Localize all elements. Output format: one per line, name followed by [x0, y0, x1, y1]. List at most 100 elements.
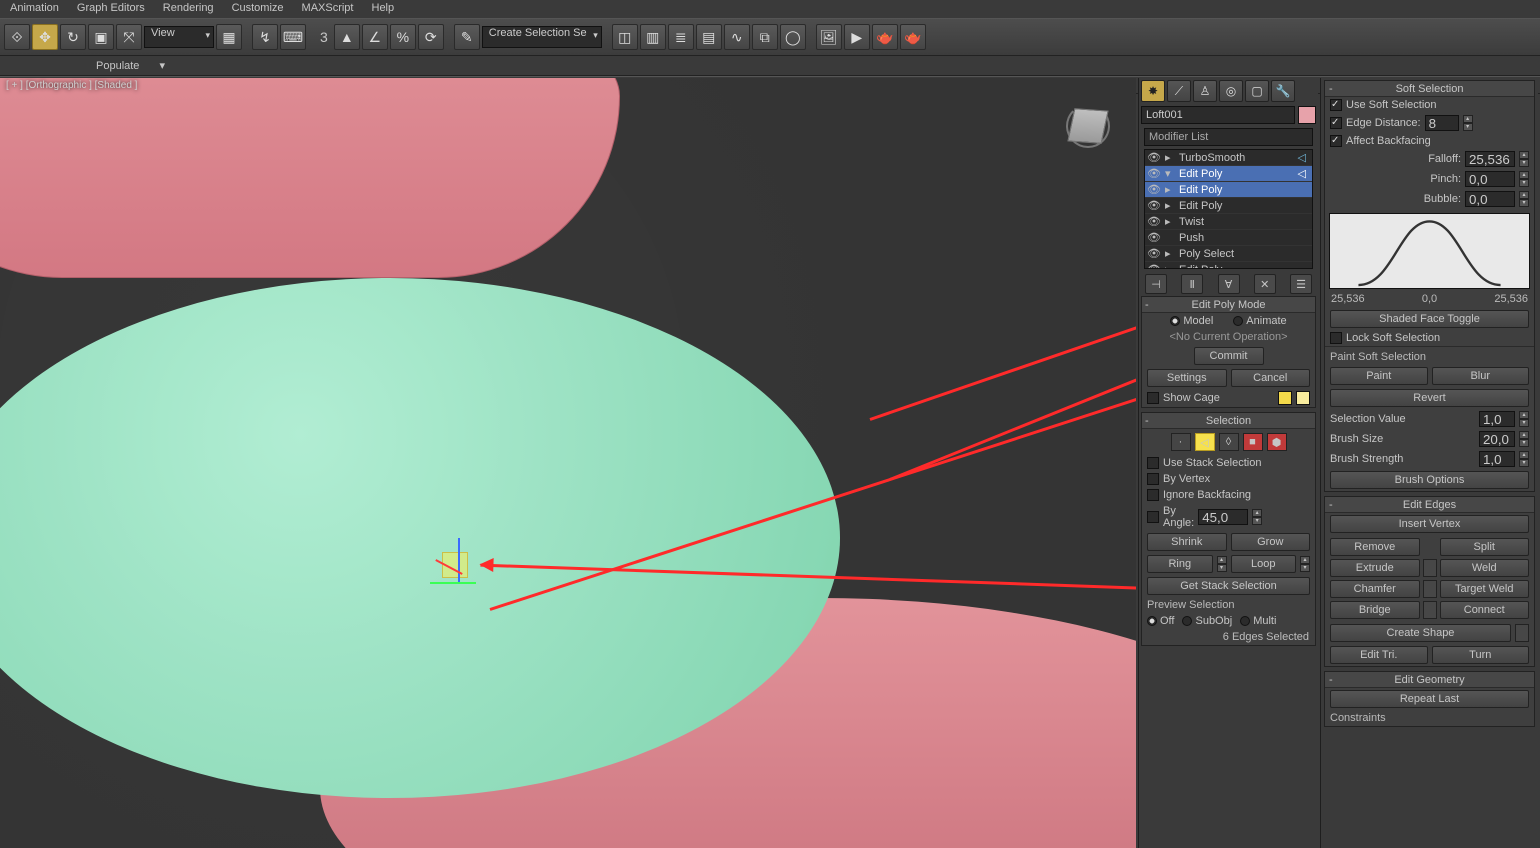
border-subobj-icon[interactable]: ◊: [1219, 433, 1239, 451]
edge-dist-spinner[interactable]: [1425, 115, 1459, 131]
viewport-label[interactable]: [ + ] [Orthographic ] [Shaded ]: [6, 80, 137, 91]
edit-sel-icon[interactable]: ✎: [454, 24, 480, 50]
snap-spin-icon[interactable]: ⟳: [418, 24, 444, 50]
grow-button[interactable]: Grow: [1231, 533, 1311, 551]
menu-animation[interactable]: Animation: [10, 2, 59, 16]
connect-button[interactable]: Connect: [1440, 601, 1530, 619]
repeat-last-button[interactable]: Repeat Last: [1330, 690, 1529, 708]
eye-icon[interactable]: 👁: [1147, 247, 1161, 260]
bridge-settings-icon[interactable]: [1423, 601, 1437, 619]
rollout-title[interactable]: Edit Poly Mode: [1192, 299, 1266, 311]
stack-item[interactable]: Edit Poly: [1179, 184, 1222, 196]
chamfer-button[interactable]: Chamfer: [1330, 580, 1420, 598]
preview-multi-radio[interactable]: [1240, 616, 1250, 626]
pinch-spin[interactable]: ▴▾: [1519, 171, 1529, 187]
by-vertex-check[interactable]: [1147, 473, 1159, 485]
brush-options-button[interactable]: Brush Options: [1330, 471, 1529, 489]
rotate-icon[interactable]: ↻: [60, 24, 86, 50]
render2-icon[interactable]: 🫖: [900, 24, 926, 50]
viewport[interactable]: [ + ] [Orthographic ] [Shaded ]: [0, 78, 1136, 848]
snap2d-icon[interactable]: ▲: [334, 24, 360, 50]
pin-stack-icon[interactable]: ⊣: [1145, 274, 1167, 294]
falloff-spin[interactable]: ▴▾: [1519, 151, 1529, 167]
ribbon-populate[interactable]: Populate: [96, 60, 139, 72]
edge-dist-check[interactable]: [1330, 117, 1342, 129]
eye-icon[interactable]: 👁: [1147, 215, 1161, 228]
turn-button[interactable]: Turn: [1432, 646, 1530, 664]
curve-editor-icon[interactable]: ∿: [724, 24, 750, 50]
extrude-settings-icon[interactable]: [1423, 559, 1437, 577]
revert-button[interactable]: Revert: [1330, 389, 1529, 407]
stack-item[interactable]: TurboSmooth: [1179, 152, 1245, 164]
make-unique-icon[interactable]: ∀: [1218, 274, 1240, 294]
remove-mod-icon[interactable]: ✕: [1254, 274, 1276, 294]
ring-button[interactable]: Ring: [1147, 555, 1213, 573]
tab-modify-icon[interactable]: ⟋: [1167, 80, 1191, 102]
sel-val-spinner[interactable]: [1479, 411, 1515, 427]
eye-icon[interactable]: 👁: [1147, 183, 1161, 196]
split-button[interactable]: Split: [1440, 538, 1530, 556]
target-weld-button[interactable]: Target Weld: [1440, 580, 1530, 598]
paint-button[interactable]: Paint: [1330, 367, 1428, 385]
edge-dist-spin[interactable]: ▴▾: [1463, 115, 1473, 131]
selection-set-dropdown[interactable]: Create Selection Se: [482, 26, 602, 48]
menu-rendering[interactable]: Rendering: [163, 2, 214, 16]
create-shape-settings-icon[interactable]: [1515, 624, 1529, 642]
get-stack-button[interactable]: Get Stack Selection: [1147, 577, 1310, 595]
tab-display-icon[interactable]: ▢: [1245, 80, 1269, 102]
pinch-spinner[interactable]: [1465, 171, 1515, 187]
insert-vertex-button[interactable]: Insert Vertex: [1330, 515, 1529, 533]
angle-spin-buttons[interactable]: ▴▾: [1252, 509, 1262, 525]
rollout-title[interactable]: Selection: [1206, 415, 1251, 427]
rollout-title[interactable]: Edit Geometry: [1394, 674, 1464, 686]
eye-icon[interactable]: 👁: [1147, 151, 1161, 164]
element-subobj-icon[interactable]: ⬢: [1267, 433, 1287, 451]
object-name-input[interactable]: Loft001: [1141, 106, 1295, 124]
remove-button[interactable]: Remove: [1330, 538, 1420, 556]
preview-subobj-radio[interactable]: [1182, 616, 1192, 626]
render-setup-icon[interactable]: 🖼: [816, 24, 842, 50]
stack-item[interactable]: Edit Poly: [1179, 264, 1222, 270]
blur-button[interactable]: Blur: [1432, 367, 1530, 385]
eye-icon[interactable]: 👁: [1147, 263, 1161, 269]
show-cage-check[interactable]: [1147, 392, 1159, 404]
bubble-spinner[interactable]: [1465, 191, 1515, 207]
loop-button[interactable]: Loop: [1231, 555, 1297, 573]
tab-create-icon[interactable]: ✸: [1141, 80, 1165, 102]
configure-icon[interactable]: ☰: [1290, 274, 1312, 294]
angle-spinner[interactable]: [1198, 509, 1248, 525]
edge-subobj-icon[interactable]: ◁: [1195, 433, 1215, 451]
menu-graph[interactable]: Graph Editors: [77, 2, 145, 16]
brush-str-spinner[interactable]: [1479, 451, 1515, 467]
snap-angle-icon[interactable]: ∠: [362, 24, 388, 50]
create-shape-button[interactable]: Create Shape: [1330, 624, 1511, 642]
viewcube[interactable]: [1060, 98, 1116, 154]
modifier-list-dropdown[interactable]: Modifier List: [1144, 128, 1313, 146]
preview-off-radio[interactable]: [1147, 616, 1157, 626]
bubble-spin[interactable]: ▴▾: [1519, 191, 1529, 207]
ring-spin[interactable]: ▴▾: [1217, 556, 1227, 572]
render-icon[interactable]: 🫖: [872, 24, 898, 50]
object-color-swatch[interactable]: [1298, 106, 1316, 124]
stack-item[interactable]: Edit Poly: [1179, 168, 1222, 180]
cancel-button[interactable]: Cancel: [1231, 369, 1311, 387]
move-icon[interactable]: ✥: [32, 24, 58, 50]
animate-radio[interactable]: [1233, 316, 1243, 326]
cage-color2[interactable]: [1296, 391, 1310, 405]
use-stack-check[interactable]: [1147, 457, 1159, 469]
layers-icon[interactable]: ≣: [668, 24, 694, 50]
falloff-spinner[interactable]: [1465, 151, 1515, 167]
menu-customize[interactable]: Customize: [232, 2, 284, 16]
render-frame-icon[interactable]: ▶: [844, 24, 870, 50]
menu-maxscript[interactable]: MAXScript: [302, 2, 354, 16]
link-icon[interactable]: ⟐: [4, 24, 30, 50]
model-radio[interactable]: [1170, 316, 1180, 326]
modifier-stack[interactable]: 👁▸TurboSmooth◁ 👁▾Edit Poly◁ 👁▸Edit Poly …: [1144, 149, 1313, 269]
brush-size-spinner[interactable]: [1479, 431, 1515, 447]
schematic-icon[interactable]: ⧉: [752, 24, 778, 50]
show-end-icon[interactable]: Ⅱ: [1181, 274, 1203, 294]
settings-button[interactable]: Settings: [1147, 369, 1227, 387]
scale-icon[interactable]: ▣: [88, 24, 114, 50]
eye-icon[interactable]: 👁: [1147, 199, 1161, 212]
stack-item[interactable]: Poly Select: [1179, 248, 1234, 260]
